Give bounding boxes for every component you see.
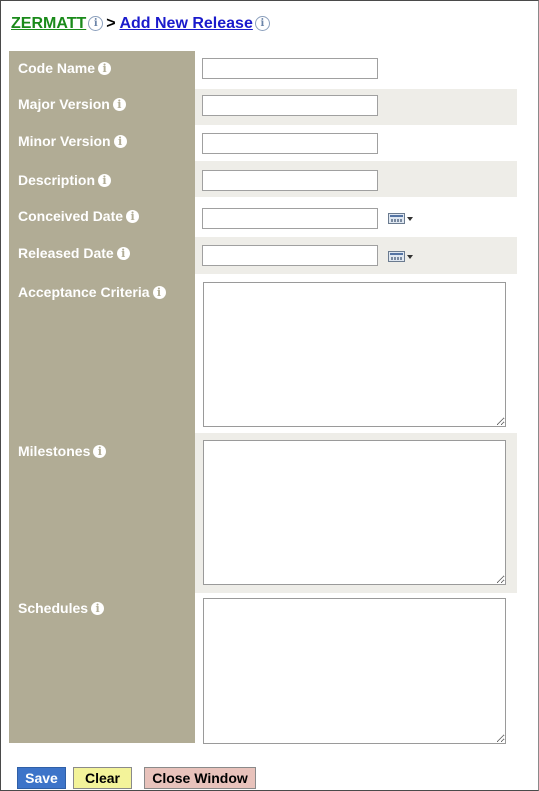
description-label: Description i bbox=[18, 172, 112, 188]
page-info-icon[interactable]: i bbox=[254, 16, 270, 31]
breadcrumb-separator: > bbox=[106, 15, 116, 32]
label-column bbox=[9, 51, 195, 743]
clear-button[interactable]: Clear bbox=[73, 767, 132, 789]
info-icon[interactable]: i bbox=[113, 135, 127, 148]
conceived-date-label: Conceived Date i bbox=[18, 208, 140, 224]
description-input[interactable] bbox=[202, 170, 378, 191]
project-info-icon[interactable]: i bbox=[88, 16, 104, 31]
breadcrumb-project-link[interactable]: ZERMATT bbox=[11, 15, 86, 32]
calendar-icon[interactable] bbox=[388, 213, 414, 225]
calendar-icon[interactable] bbox=[388, 251, 414, 263]
info-icon[interactable]: i bbox=[152, 286, 166, 299]
close-window-button[interactable]: Close Window bbox=[144, 767, 256, 789]
info-icon[interactable]: i bbox=[98, 62, 112, 75]
info-icon[interactable]: i bbox=[112, 98, 126, 111]
schedules-label: Schedules i bbox=[18, 600, 105, 616]
major-version-input[interactable] bbox=[202, 95, 378, 116]
minor-version-input[interactable] bbox=[202, 133, 378, 154]
info-icon[interactable]: i bbox=[91, 602, 105, 615]
major-version-label: Major Version i bbox=[18, 96, 126, 112]
code-name-label: Code Name i bbox=[18, 60, 112, 76]
save-button[interactable]: Save bbox=[17, 767, 66, 789]
released-date-label: Released Date i bbox=[18, 245, 130, 261]
info-icon[interactable]: i bbox=[98, 174, 112, 187]
info-icon[interactable]: i bbox=[126, 210, 140, 223]
info-icon[interactable]: i bbox=[93, 445, 107, 458]
acceptance-criteria-label: Acceptance Criteria i bbox=[18, 284, 166, 300]
schedules-textarea[interactable] bbox=[203, 598, 506, 744]
acceptance-criteria-textarea[interactable] bbox=[203, 282, 506, 427]
code-name-input[interactable] bbox=[202, 58, 378, 79]
chevron-down-icon bbox=[407, 255, 413, 259]
breadcrumb: ZERMATT i > Add New Release i bbox=[11, 15, 273, 33]
released-date-input[interactable] bbox=[202, 245, 378, 266]
info-icon[interactable]: i bbox=[116, 247, 130, 260]
chevron-down-icon bbox=[407, 217, 413, 221]
breadcrumb-page-link[interactable]: Add New Release bbox=[119, 15, 252, 32]
milestones-textarea[interactable] bbox=[203, 440, 506, 585]
minor-version-label: Minor Version i bbox=[18, 133, 127, 149]
milestones-label: Milestones i bbox=[18, 443, 107, 459]
conceived-date-input[interactable] bbox=[202, 208, 378, 229]
